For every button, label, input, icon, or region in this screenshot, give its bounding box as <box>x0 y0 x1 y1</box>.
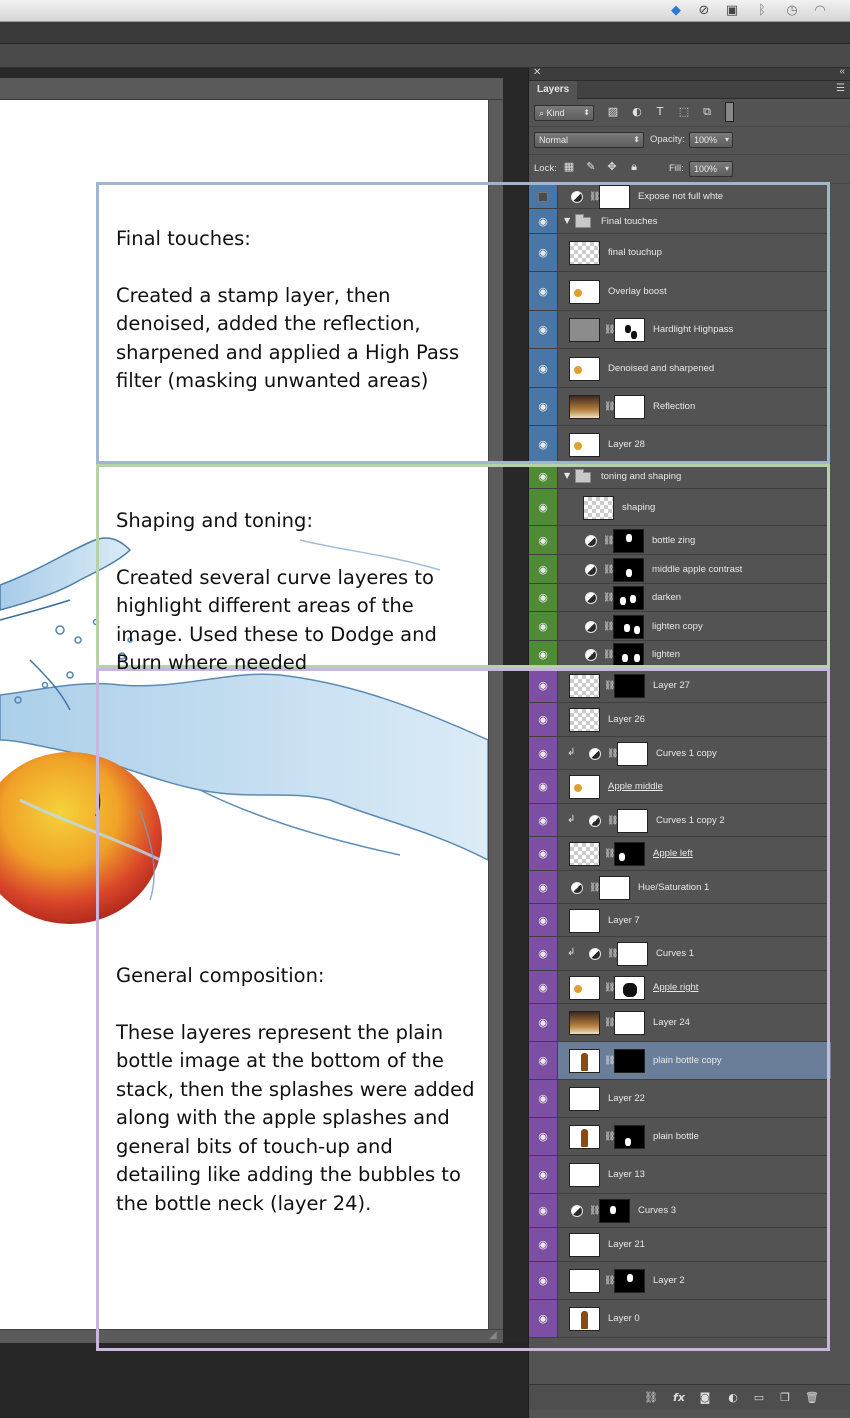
tab-layers[interactable]: Layers <box>529 81 578 99</box>
lock-pixels-icon[interactable]: ✎ <box>584 160 598 174</box>
opacity-value: 100% <box>694 135 718 145</box>
opacity-input[interactable]: 100% ▾ <box>689 132 733 148</box>
panel-footer: ⛓ fx ◙ ◐ ▭ ❐ 🗑︎ <box>529 1384 850 1410</box>
blend-mode-dropdown[interactable]: Normal ⬍ <box>534 132 644 148</box>
annotation-heading: General composition: <box>116 963 325 987</box>
fill-label: Fill: <box>669 163 684 174</box>
clipboard-icon[interactable]: ▣ <box>724 3 740 19</box>
image-filter-icon[interactable]: ▨ <box>606 105 620 119</box>
smart-object-filter-icon[interactable]: ⧉ <box>700 105 714 119</box>
chevron-down-icon: ⬍ <box>633 135 640 144</box>
blend-mode-value: Normal <box>539 135 569 145</box>
panel-title-bar: ✕ « <box>529 66 850 81</box>
os-menu-bar: ◆ ⊘ ▣ ᛒ ◷ ◠ <box>0 0 850 22</box>
panel-tab-row: Layers ☰ <box>529 81 850 99</box>
add-mask-icon[interactable]: ◙ <box>697 1390 713 1406</box>
fill-value: 100% <box>694 164 718 174</box>
fx-icon[interactable]: fx <box>671 1390 687 1406</box>
annotation-text-final: Final touches: Created a stamp layer, th… <box>116 196 496 424</box>
annotation-text-toning: Shaping and toning: Created several curv… <box>116 478 496 706</box>
application-bar <box>0 22 850 44</box>
kind-filter-label: Kind <box>546 108 565 118</box>
type-filter-icon[interactable]: T <box>653 105 667 119</box>
kind-filter-dropdown[interactable]: ⌕ Kind ⬍ <box>534 105 594 121</box>
new-group-icon[interactable]: ▭ <box>751 1390 767 1406</box>
panel-menu-icon[interactable]: ☰ <box>836 83 845 94</box>
close-icon[interactable]: ✕ <box>533 67 541 78</box>
layer-filter-row: ⌕ Kind ⬍ ▨ ◐ T ⬚ ⧉ <box>529 99 850 127</box>
opacity-label: Opacity: <box>650 134 685 145</box>
filter-toggle-icon[interactable] <box>725 102 734 122</box>
annotation-body: These layeres represent the plain bottle… <box>116 1020 475 1215</box>
fill-input[interactable]: 100% ▾ <box>689 161 733 177</box>
new-adjustment-icon[interactable]: ◐ <box>725 1390 741 1406</box>
lock-position-icon[interactable]: ✥ <box>605 160 619 174</box>
time-machine-icon[interactable]: ◷ <box>784 3 800 19</box>
options-bar <box>0 44 850 68</box>
annotation-heading: Final touches: <box>116 226 251 250</box>
adjustment-filter-icon[interactable]: ◐ <box>630 105 644 119</box>
shape-filter-icon[interactable]: ⬚ <box>677 105 691 119</box>
chevron-down-icon: ▾ <box>724 135 729 144</box>
search-icon: ⌕ <box>539 108 547 118</box>
chevron-down-icon: ⬍ <box>583 108 590 117</box>
annotation-heading: Shaping and toning: <box>116 508 313 532</box>
delete-layer-icon[interactable]: 🗑︎ <box>804 1390 820 1406</box>
status-area <box>0 1343 528 1418</box>
wifi-icon[interactable]: ◠ <box>812 3 828 19</box>
lock-row: Lock: ▦ ✎ ✥ 🔒︎ Fill: 100% ▾ <box>529 155 850 184</box>
lock-label: Lock: <box>534 163 557 174</box>
lock-transparency-icon[interactable]: ▦ <box>562 160 576 174</box>
chevron-down-icon: ▾ <box>724 164 729 173</box>
alert-icon[interactable]: ⊘ <box>696 3 712 19</box>
link-layers-icon[interactable]: ⛓ <box>643 1390 659 1406</box>
dropbox-icon[interactable]: ◆ <box>668 3 684 19</box>
blend-row: Normal ⬍ Opacity: 100% ▾ <box>529 127 850 155</box>
collapse-icon[interactable]: « <box>839 66 845 77</box>
annotation-body: Created a stamp layer, then denoised, ad… <box>116 283 460 393</box>
document-tab-strip <box>0 78 503 100</box>
annotation-body: Created several curve layeres to highlig… <box>116 565 437 675</box>
new-layer-icon[interactable]: ❐ <box>777 1390 793 1406</box>
lock-all-icon[interactable]: 🔒︎ <box>627 160 641 174</box>
bluetooth-icon[interactable]: ᛒ <box>754 3 770 19</box>
annotation-text-general: General composition: These layeres repre… <box>116 933 496 1247</box>
